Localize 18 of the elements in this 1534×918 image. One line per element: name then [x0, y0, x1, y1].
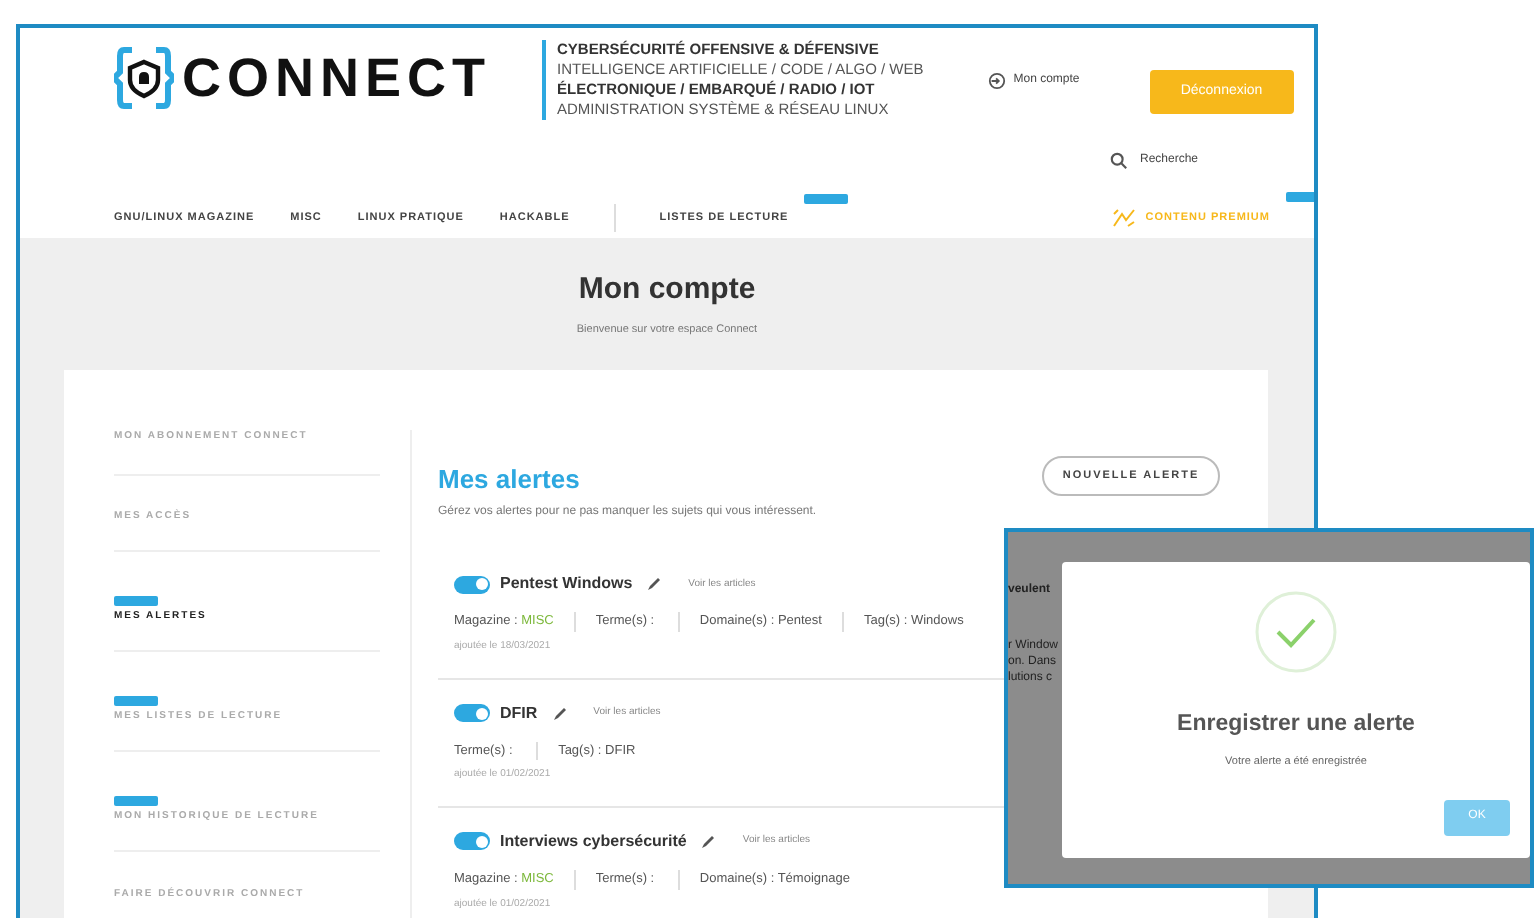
login-icon	[987, 72, 1006, 90]
shield-logo-icon	[114, 44, 174, 112]
dialog-title: Enregistrer une alerte	[1177, 710, 1415, 740]
toggle-switch[interactable]	[454, 575, 490, 594]
sparkle-icon	[1111, 208, 1136, 228]
toggle-switch[interactable]	[454, 832, 490, 851]
page-title: Mon compte	[578, 270, 756, 310]
success-check-icon	[1254, 590, 1338, 674]
alert-name: DFIR	[500, 701, 538, 725]
search-icon	[1109, 152, 1128, 170]
toggle-switch[interactable]	[454, 704, 490, 722]
pencil-icon[interactable]	[551, 705, 568, 721]
section-title: Mes alertes	[438, 461, 582, 498]
logo-text: CONNECT	[182, 51, 491, 105]
alert-name: Pentest Windows	[500, 572, 633, 597]
alert-name: Interviews cybersécurité	[500, 829, 687, 854]
pencil-icon[interactable]	[646, 576, 663, 593]
pencil-icon[interactable]	[700, 833, 717, 850]
